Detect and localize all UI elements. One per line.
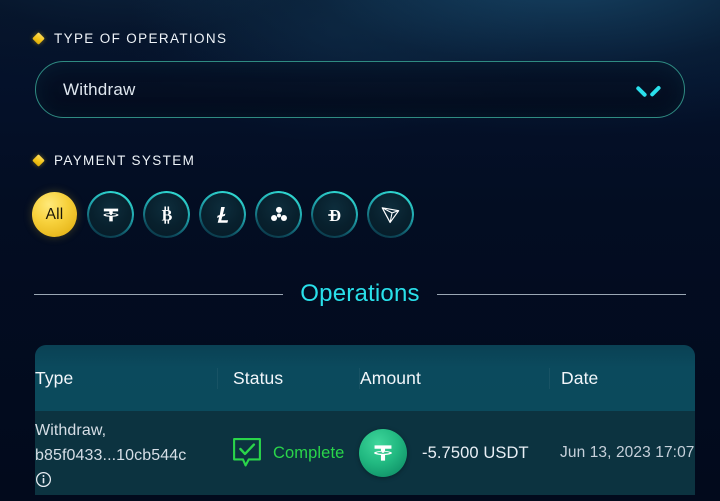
- cell-amount: -5.7500 USDT: [359, 429, 549, 477]
- operations-section-header: Operations: [34, 280, 686, 308]
- status-badge: Complete: [232, 437, 359, 470]
- column-header-amount: Amount: [359, 367, 549, 389]
- column-header-date: Date: [549, 367, 695, 389]
- tether-icon: [102, 208, 119, 221]
- payment-filter-all[interactable]: All: [32, 192, 77, 237]
- bitcoin-icon: B: [161, 205, 172, 224]
- payment-filter-doge[interactable]: D: [312, 192, 357, 237]
- litecoin-icon: [216, 206, 228, 223]
- type-of-operations-label-text: TYPE OF OPERATIONS: [54, 31, 228, 46]
- amount-group: -5.7500 USDT: [359, 429, 549, 477]
- payment-filter-btc[interactable]: B: [144, 192, 189, 237]
- operations-page: TYPE OF OPERATIONS Withdraw PAYMENT SYST…: [0, 0, 720, 501]
- all-filter-icon: All: [45, 205, 64, 223]
- diamond-icon: [32, 32, 45, 45]
- type-of-operations-label: TYPE OF OPERATIONS: [0, 31, 227, 46]
- select-value: Withdraw: [63, 79, 136, 99]
- payment-filter-ltc[interactable]: [200, 192, 245, 237]
- operation-type-line1: Withdraw,: [35, 422, 107, 439]
- table-row[interactable]: Withdraw, b85f0433...10cb544c Complete -…: [35, 411, 695, 495]
- cell-status: Complete: [217, 437, 359, 470]
- tether-glyph: [374, 445, 392, 461]
- divider-left: [34, 293, 284, 295]
- payment-system-label-text: PAYMENT SYSTEM: [54, 153, 196, 168]
- ripple-icon: [270, 206, 287, 221]
- divider-right: [436, 293, 686, 295]
- operations-title: Operations: [300, 280, 420, 307]
- info-icon[interactable]: [35, 471, 52, 488]
- diamond-icon: [32, 154, 45, 167]
- dogecoin-icon: D: [327, 205, 341, 224]
- table-header-row: Type Status Amount Date: [35, 345, 695, 411]
- operation-date: Jun 13, 2023 17:07: [560, 444, 695, 461]
- svg-text:B: B: [161, 207, 172, 224]
- column-header-type: Type: [35, 367, 74, 388]
- tether-icon: [359, 429, 407, 477]
- operations-table: Type Status Amount Date Withdraw, b85f04…: [35, 345, 695, 495]
- operation-hash: b85f0433...10cb544c: [35, 447, 187, 464]
- tron-icon: [381, 207, 400, 224]
- status-text: Complete: [273, 443, 345, 462]
- payment-system-label: PAYMENT SYSTEM: [0, 153, 195, 168]
- payment-system-filter-row: All B D: [32, 192, 413, 237]
- check-bubble-icon: [233, 437, 261, 466]
- payment-filter-usdt[interactable]: [88, 192, 133, 237]
- payment-filter-trx[interactable]: [368, 192, 413, 237]
- chevron-down-icon[interactable]: [638, 84, 658, 96]
- payment-filter-xrp[interactable]: [256, 192, 301, 237]
- column-header-status: Status: [217, 367, 359, 389]
- cell-date: Jun 13, 2023 17:07: [549, 444, 695, 462]
- type-of-operations-select[interactable]: Withdraw: [35, 61, 685, 118]
- amount-value: -5.7500 USDT: [422, 443, 529, 462]
- cell-type: Withdraw, b85f0433...10cb544c: [35, 418, 217, 488]
